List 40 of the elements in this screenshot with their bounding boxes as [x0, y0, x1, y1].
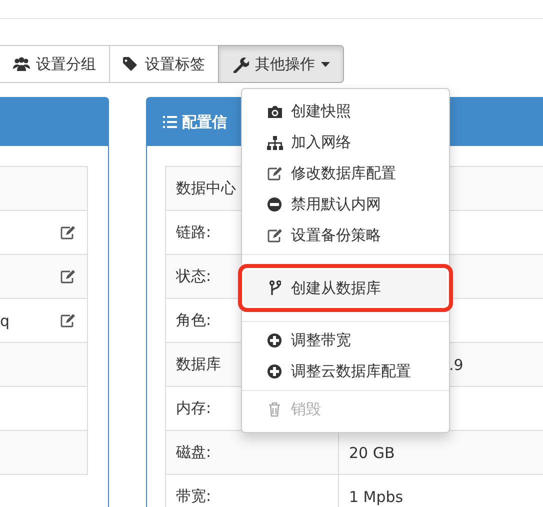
edit-icon[interactable]	[60, 226, 75, 240]
field-value: 1 Mpbs	[348, 488, 404, 506]
menu-item[interactable]: 创建快照	[242, 96, 449, 127]
branch-icon	[268, 280, 280, 296]
edit-icon	[267, 228, 282, 242]
edit-icon	[267, 166, 282, 180]
toolbar-button[interactable]: 设置分组	[0, 45, 110, 83]
field-label: 数据中心	[176, 179, 236, 198]
menu-item[interactable]: 加入网络	[242, 127, 449, 158]
sitemap-icon	[266, 136, 282, 150]
plus-circle-icon	[267, 364, 282, 379]
field-label: 带宽:	[176, 487, 212, 506]
field-value: 20 GB	[348, 444, 395, 462]
field-label: 角色:	[176, 311, 212, 330]
trash-icon	[268, 402, 281, 417]
menu-item[interactable]: 设置备份策略	[242, 220, 449, 251]
field-label: 链路:	[176, 223, 212, 242]
field-label: 磁盘:	[176, 443, 212, 462]
tag-icon	[123, 57, 139, 71]
toolbar-button[interactable]: 设置标签	[109, 45, 219, 83]
menu-item[interactable]: 禁用默认内网	[242, 189, 449, 220]
menu-item[interactable]: 修改数据库配置	[242, 158, 449, 189]
minus-circle-icon	[267, 197, 282, 212]
table-cell-text: q	[0, 312, 10, 330]
field-label: 数据库	[176, 355, 221, 374]
field-label: 状态:	[176, 267, 212, 286]
panel-title: 配置信	[182, 112, 227, 132]
users-icon	[13, 57, 30, 71]
field-value: .9	[448, 356, 464, 374]
edit-icon[interactable]	[60, 270, 75, 284]
menu-item[interactable]: 调整云数据库配置	[242, 356, 449, 387]
camera-icon	[266, 104, 282, 118]
plus-circle-icon	[267, 333, 282, 348]
list-icon	[163, 116, 177, 128]
wrench-icon	[232, 56, 249, 72]
toolbar-button[interactable]: 其他操作	[218, 45, 344, 83]
edit-icon[interactable]	[60, 314, 75, 328]
menu-item[interactable]: 调整带宽	[242, 325, 449, 356]
menu-item[interactable]: 创建从数据库	[244, 270, 447, 306]
field-label: 内存:	[176, 399, 212, 418]
